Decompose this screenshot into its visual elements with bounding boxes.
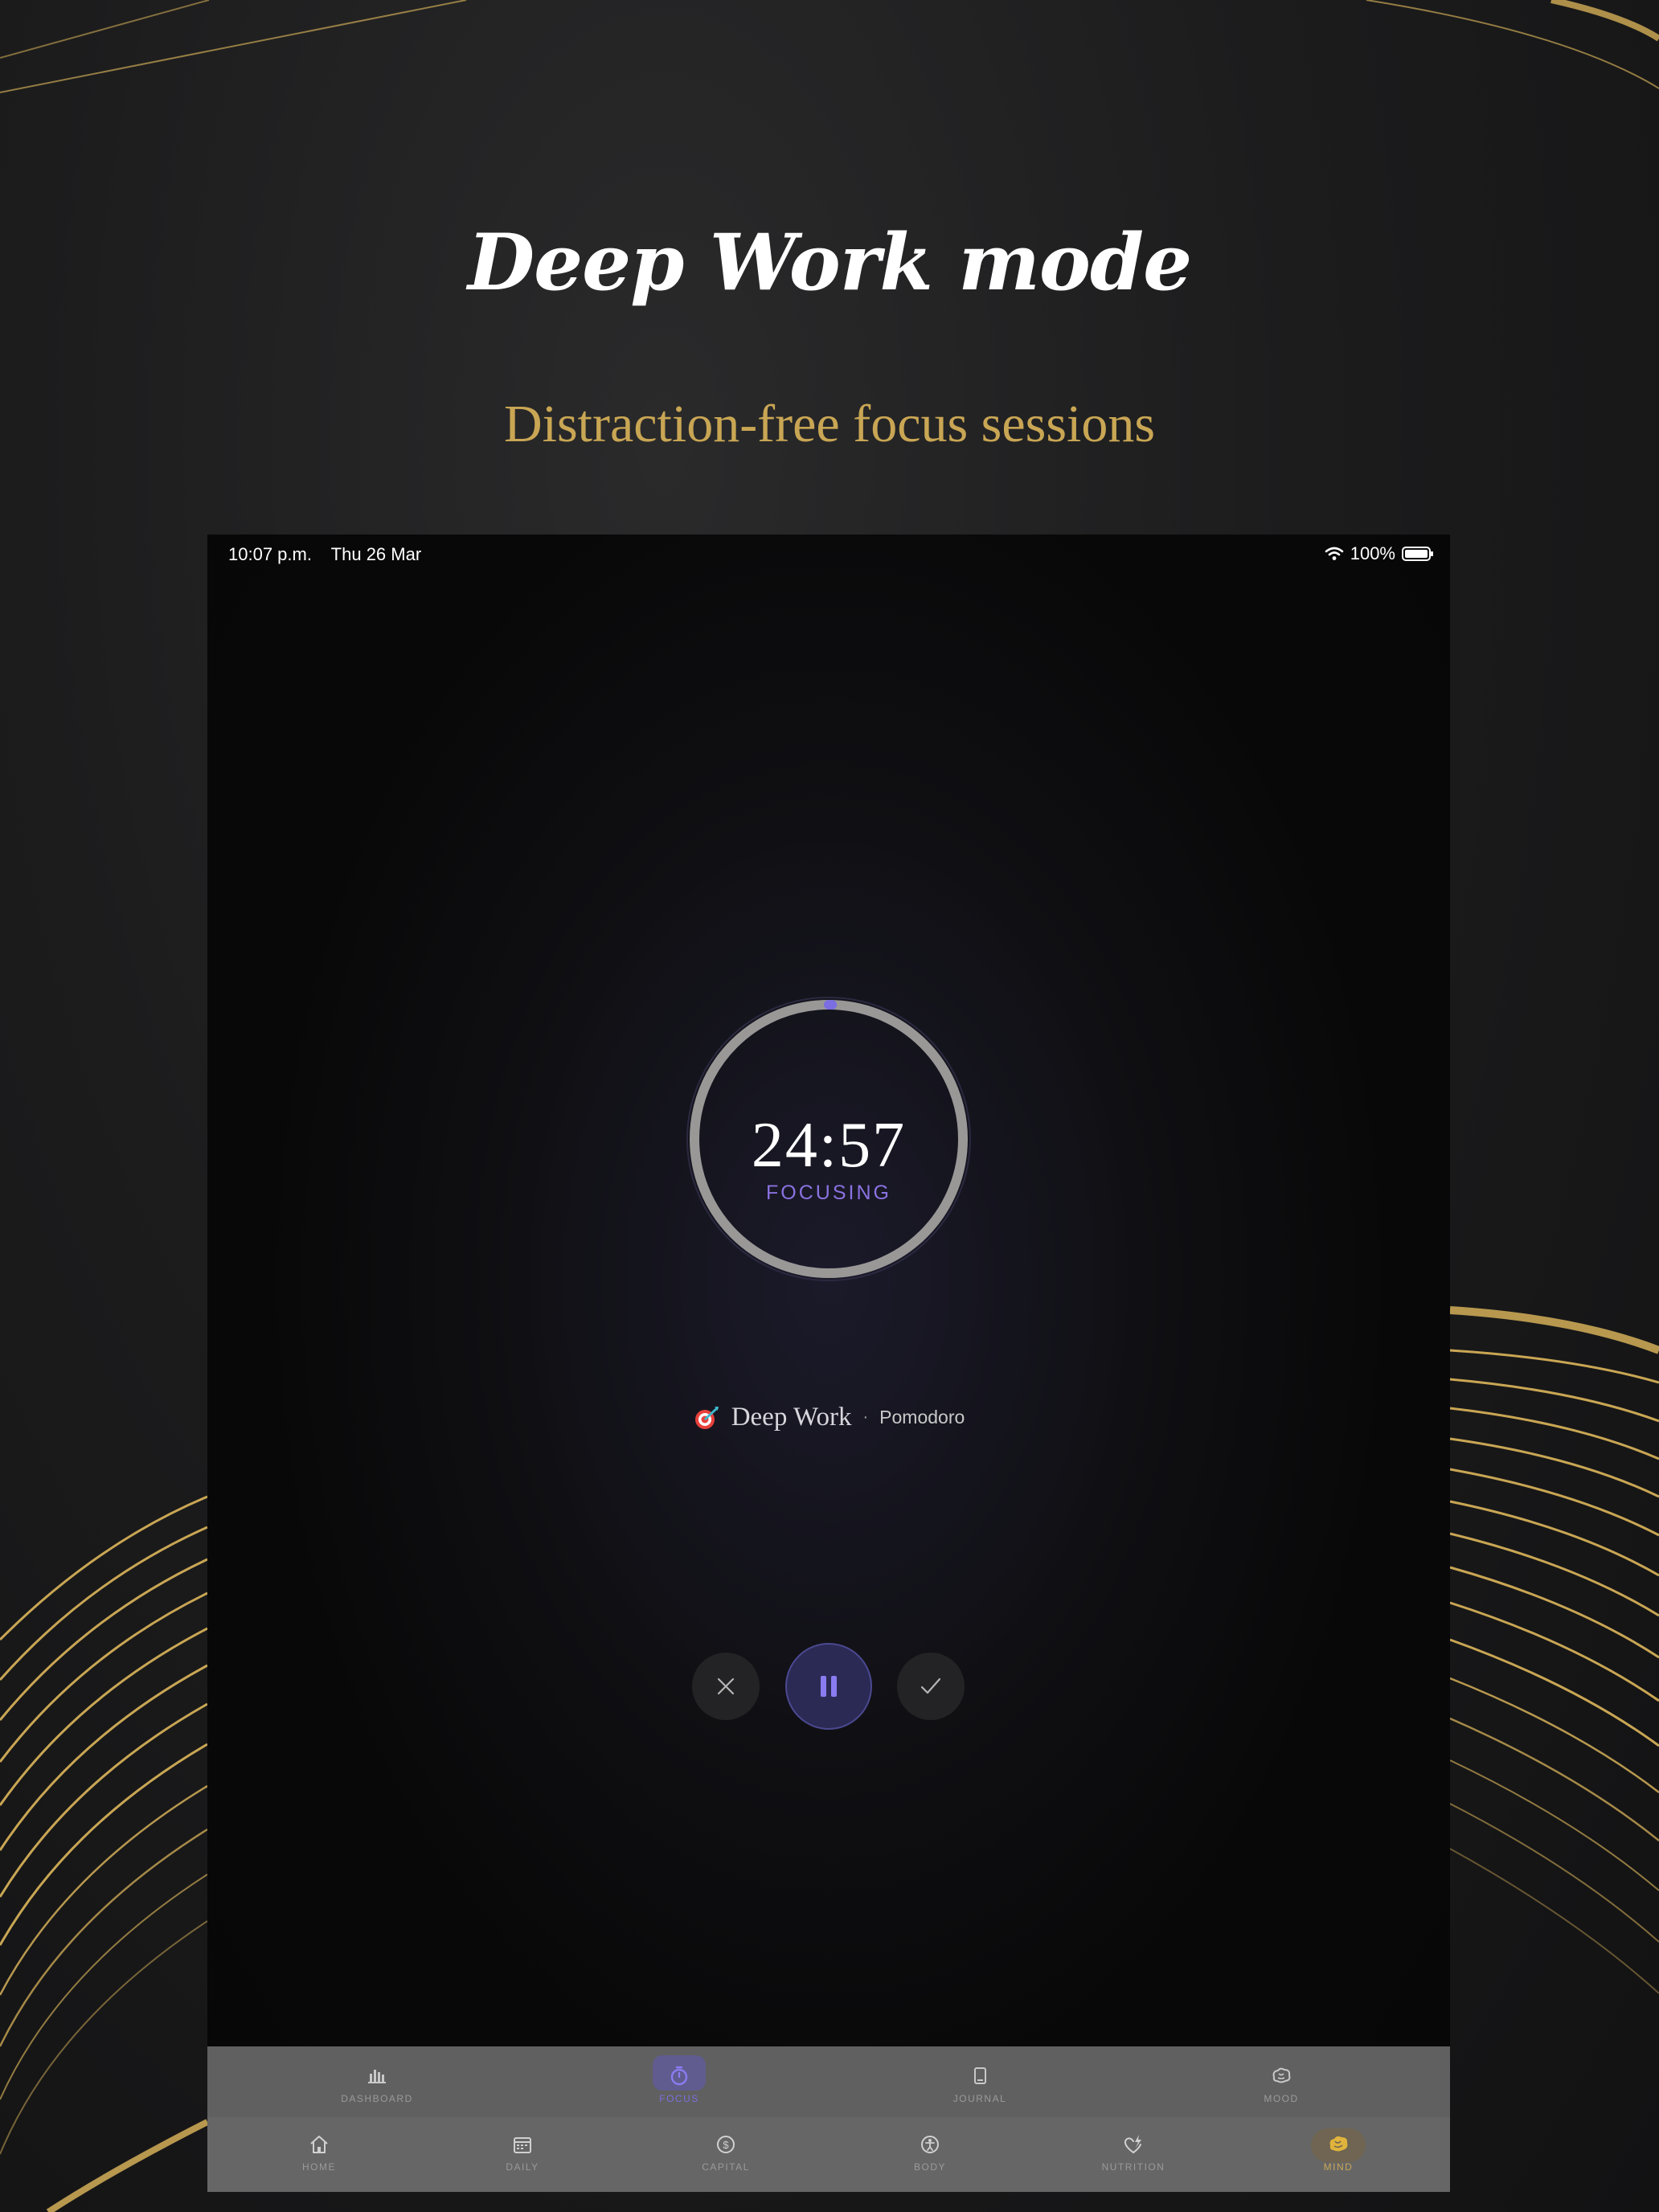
brain-outline-icon [1272, 2067, 1291, 2083]
close-icon [717, 1677, 735, 1695]
battery-percent: 100% [1350, 543, 1395, 563]
tab-label: NUTRITION [1101, 2161, 1165, 2173]
tab-label: BODY [913, 2161, 946, 2173]
status-time: 10:07 p.m. [228, 544, 312, 564]
tab-label: JOURNAL [952, 2093, 1007, 2104]
secondary-tab-bar: HOME DAILY $ CAPITAL BODY NUTRITION MIND [207, 2117, 1450, 2192]
timer-icon [670, 2066, 688, 2086]
session-name: Deep Work [731, 1403, 852, 1432]
promo-headline: Deep Work mode [467, 217, 1192, 308]
wifi-icon [1325, 547, 1344, 560]
svg-text:$: $ [723, 2139, 729, 2151]
tab-journal[interactable]: JOURNAL [916, 2064, 1044, 2104]
tab-label: MIND [1323, 2161, 1354, 2173]
separator-dot: · [862, 1408, 869, 1426]
checkmark-icon [920, 1677, 941, 1694]
calendar-icon [514, 2137, 531, 2153]
cancel-session-button[interactable] [692, 1653, 760, 1720]
tab-focus[interactable]: FOCUS [615, 2064, 743, 2104]
tab-label: MOOD [1264, 2093, 1299, 2104]
tab-mind[interactable]: MIND [1274, 2132, 1403, 2173]
body-icon [921, 2136, 939, 2153]
session-header: Deep Work · Pomodoro [207, 1403, 1450, 1432]
pause-button[interactable] [785, 1643, 872, 1730]
heart-bolt-icon [1124, 2135, 1141, 2153]
tab-dashboard[interactable]: DASHBOARD [313, 2064, 441, 2104]
tab-mood[interactable]: MOOD [1217, 2064, 1346, 2104]
tab-home[interactable]: HOME [255, 2132, 383, 2173]
dollar-icon: $ [717, 2136, 735, 2153]
tab-nutrition[interactable]: NUTRITION [1069, 2132, 1198, 2173]
tab-body[interactable]: BODY [866, 2132, 994, 2173]
primary-tab-bar: DASHBOARD FOCUS JOURNAL MOOD [207, 2046, 1450, 2118]
tab-daily[interactable]: DAILY [458, 2132, 587, 2173]
target-icon [694, 1406, 719, 1429]
book-icon [974, 2067, 986, 2084]
timer-display: 24:57 [751, 1110, 907, 1181]
pause-icon [821, 1676, 837, 1697]
complete-session-button[interactable] [897, 1653, 965, 1720]
status-bar: 10:07 p.m. Thu 26 Mar 100% [207, 535, 1450, 573]
tab-label: DAILY [506, 2161, 539, 2173]
battery-icon [1402, 547, 1433, 561]
promo-subheadline: Distraction-free focus sessions [503, 395, 1156, 453]
device-screen: 10:07 p.m. Thu 26 Mar 100% Deep Work · P… [207, 535, 1450, 2192]
timer-state: FOCUSING [766, 1182, 891, 1204]
home-icon [310, 2136, 328, 2153]
status-date: Thu 26 Mar [330, 544, 422, 564]
tab-label: DASHBOARD [341, 2093, 413, 2104]
bar-chart-icon [368, 2070, 386, 2083]
tab-label: FOCUS [659, 2093, 699, 2104]
tab-capital[interactable]: $ CAPITAL [662, 2132, 790, 2173]
tab-label: HOME [302, 2161, 336, 2173]
tab-label: CAPITAL [702, 2161, 750, 2173]
session-mode: Pomodoro [879, 1407, 965, 1428]
brain-icon [1329, 2136, 1348, 2152]
